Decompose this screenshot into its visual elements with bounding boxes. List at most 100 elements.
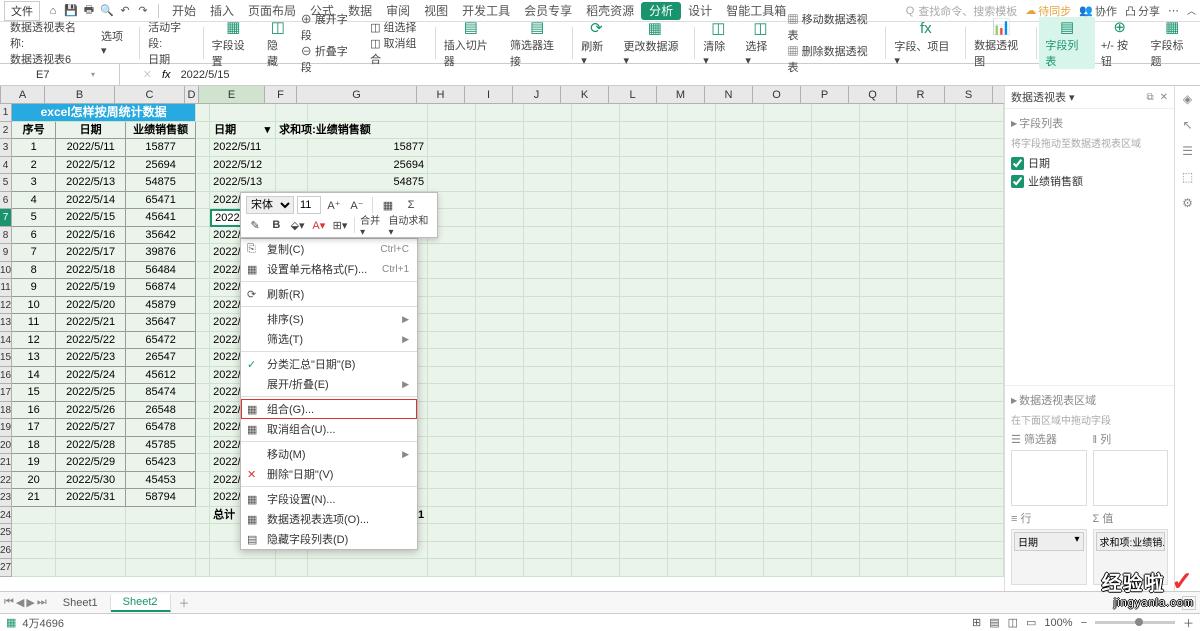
cell-A26[interactable]: [12, 542, 56, 560]
cell-M16[interactable]: [668, 367, 716, 385]
chevron-up-icon[interactable]: ︿: [1187, 4, 1196, 17]
col-header-S[interactable]: S: [945, 86, 993, 103]
cell-D17[interactable]: [196, 384, 210, 402]
close-icon[interactable]: ✕: [1160, 92, 1168, 103]
cell-K5[interactable]: [572, 174, 620, 192]
tool-select-icon[interactable]: ⬚: [1182, 170, 1193, 184]
cell-S11[interactable]: [956, 279, 1004, 297]
tab-analyze[interactable]: 分析: [641, 2, 681, 20]
col-header-H[interactable]: H: [417, 86, 465, 103]
cell-M18[interactable]: [668, 402, 716, 420]
cell-Q22[interactable]: [860, 472, 908, 490]
print-icon[interactable]: 🖶: [81, 3, 97, 19]
cell-R22[interactable]: [908, 472, 956, 490]
cell-Q6[interactable]: [860, 192, 908, 210]
cell-H17[interactable]: [428, 384, 476, 402]
cell-K11[interactable]: [572, 279, 620, 297]
cell-I24[interactable]: [476, 507, 524, 525]
cell-L21[interactable]: [620, 454, 668, 472]
cell-C22[interactable]: 45453: [126, 472, 196, 490]
cell-H9[interactable]: [428, 244, 476, 262]
cell-K24[interactable]: [572, 507, 620, 525]
cell-O14[interactable]: [764, 332, 812, 350]
popout-icon[interactable]: ⧉: [1146, 92, 1153, 103]
cell-I1[interactable]: [476, 104, 524, 122]
cell-P16[interactable]: [812, 367, 860, 385]
cell-S6[interactable]: [956, 192, 1004, 210]
cell-A11[interactable]: 9: [12, 279, 56, 297]
row-header-4[interactable]: 4: [0, 157, 11, 175]
cell-K8[interactable]: [572, 227, 620, 245]
tool-style-icon[interactable]: ☰: [1182, 144, 1193, 158]
cell-K3[interactable]: [572, 139, 620, 157]
cell-N17[interactable]: [716, 384, 764, 402]
sheet-tab-2[interactable]: Sheet2: [111, 594, 171, 612]
cell-N16[interactable]: [716, 367, 764, 385]
view-break-icon[interactable]: ◫: [1008, 616, 1018, 629]
cell-L8[interactable]: [620, 227, 668, 245]
ctx-subtotal[interactable]: ✓分类汇总"日期"(B): [241, 354, 417, 374]
sheet-last-icon[interactable]: ⏭: [37, 596, 47, 609]
cell-C15[interactable]: 26547: [126, 349, 196, 367]
cell-O27[interactable]: [764, 559, 812, 577]
cell-K16[interactable]: [572, 367, 620, 385]
more-icon[interactable]: ⋯: [1168, 4, 1179, 17]
cell-O12[interactable]: [764, 297, 812, 315]
cell-I19[interactable]: [476, 419, 524, 437]
cell-E3[interactable]: 2022/5/11: [210, 139, 276, 157]
file-menu[interactable]: 文件: [4, 1, 40, 21]
filters-area[interactable]: ☰ 筛选器: [1011, 431, 1087, 506]
cancel-icon[interactable]: ✕: [143, 68, 152, 81]
row-header-2[interactable]: 2: [0, 122, 11, 140]
cell-B17[interactable]: 2022/5/25: [56, 384, 126, 402]
field-list-btn[interactable]: ▤字段列表: [1039, 17, 1094, 69]
cell-P6[interactable]: [812, 192, 860, 210]
cell-R3[interactable]: [908, 139, 956, 157]
cell-S15[interactable]: [956, 349, 1004, 367]
refresh-btn[interactable]: ⟳刷新 ▾: [575, 18, 617, 67]
row-header-18[interactable]: 18: [0, 402, 11, 420]
move-pt-btn[interactable]: ▦ 移动数据透视表: [788, 11, 878, 43]
cell-P7[interactable]: [812, 209, 860, 227]
view-page-icon[interactable]: ▤: [989, 616, 999, 629]
cell-M27[interactable]: [668, 559, 716, 577]
cell-N22[interactable]: [716, 472, 764, 490]
cell-R13[interactable]: [908, 314, 956, 332]
cell-J25[interactable]: [524, 524, 572, 542]
cell-D7[interactable]: [196, 209, 210, 227]
cell-N20[interactable]: [716, 437, 764, 455]
cell-B13[interactable]: 2022/5/21: [56, 314, 126, 332]
cell-N5[interactable]: [716, 174, 764, 192]
cell-B3[interactable]: 2022/5/11: [56, 139, 126, 157]
cell-O3[interactable]: [764, 139, 812, 157]
cell-C10[interactable]: 56484: [126, 262, 196, 280]
cell-Q24[interactable]: [860, 507, 908, 525]
cell-D13[interactable]: [196, 314, 210, 332]
cell-N9[interactable]: [716, 244, 764, 262]
cell-O2[interactable]: [764, 122, 812, 140]
cell-J18[interactable]: [524, 402, 572, 420]
cell-B26[interactable]: [56, 542, 126, 560]
cell-B6[interactable]: 2022/5/14: [56, 192, 126, 210]
cell-E5[interactable]: 2022/5/13: [210, 174, 276, 192]
cell-K27[interactable]: [572, 559, 620, 577]
col-header-E[interactable]: E: [199, 86, 265, 103]
chk-date[interactable]: 日期: [1011, 154, 1168, 172]
cell-R25[interactable]: [908, 524, 956, 542]
cell-A8[interactable]: 6: [12, 227, 56, 245]
row-header-24[interactable]: 24: [0, 507, 11, 525]
cell-O21[interactable]: [764, 454, 812, 472]
font-grow-icon[interactable]: A⁺: [324, 196, 344, 214]
cell-H3[interactable]: [428, 139, 476, 157]
filters-box[interactable]: [1011, 450, 1087, 506]
vals-box[interactable]: 求和项:业绩销...▾: [1093, 529, 1169, 585]
col-header-O[interactable]: O: [753, 86, 801, 103]
row-header-17[interactable]: 17: [0, 384, 11, 402]
cell-I17[interactable]: [476, 384, 524, 402]
formula-input[interactable]: 2022/5/15: [175, 69, 1200, 81]
sheet-next-icon[interactable]: ▶: [26, 596, 34, 609]
cell-D16[interactable]: [196, 367, 210, 385]
cell-J24[interactable]: [524, 507, 572, 525]
cell-Q13[interactable]: [860, 314, 908, 332]
cell-R14[interactable]: [908, 332, 956, 350]
